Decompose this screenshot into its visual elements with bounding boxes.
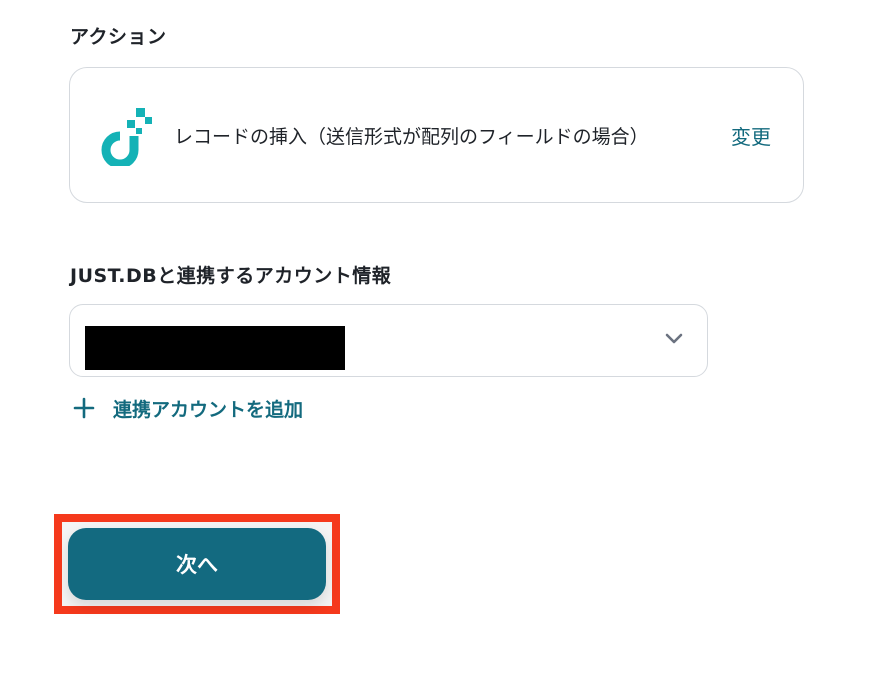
chevron-down-icon bbox=[665, 333, 683, 344]
action-section-label: アクション bbox=[70, 26, 167, 48]
account-section-label: JUST.DBと連携するアカウント情報 bbox=[70, 265, 392, 287]
redacted-account-value bbox=[85, 326, 345, 370]
change-action-link[interactable]: 変更 bbox=[731, 121, 771, 150]
add-account-button[interactable]: 連携アカウントを追加 bbox=[73, 394, 303, 422]
plus-icon bbox=[73, 397, 95, 419]
action-name: レコードの挿入（送信形式が配列のフィールドの場合） bbox=[174, 126, 649, 148]
next-button[interactable]: 次へ bbox=[68, 528, 326, 600]
account-select[interactable] bbox=[69, 304, 708, 377]
action-card: レコードの挿入（送信形式が配列のフィールドの場合） 変更 bbox=[69, 67, 804, 203]
just-db-logo-icon bbox=[101, 108, 152, 166]
add-account-label: 連携アカウントを追加 bbox=[113, 398, 304, 421]
